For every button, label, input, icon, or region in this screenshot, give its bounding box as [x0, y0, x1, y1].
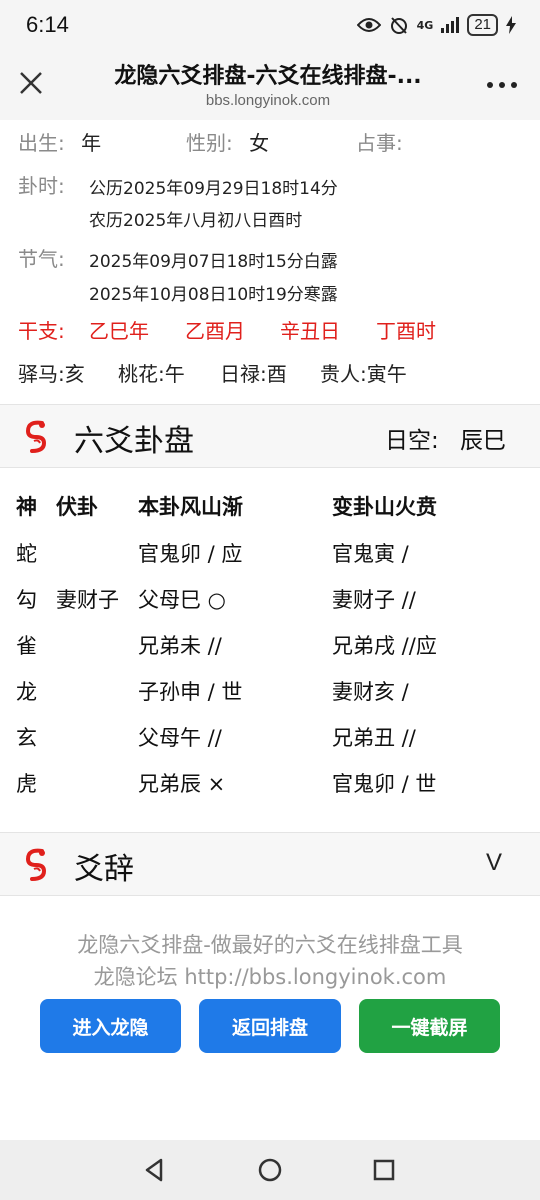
- enter-longyin-button[interactable]: 进入龙隐: [40, 999, 181, 1053]
- battery-level: 21: [467, 14, 498, 36]
- status-icons: 4G 21: [356, 14, 516, 36]
- row-2-ben: 父母巳 ○: [138, 588, 226, 612]
- gua-time-solar: 公历2025年09月29日18时14分: [89, 179, 338, 199]
- row-6-ben: 兄弟辰 ×: [138, 772, 226, 796]
- network-type: 4G: [416, 18, 434, 32]
- row-6-bian: 官鬼卯 / 世: [332, 772, 437, 796]
- header-fu: 伏卦: [56, 495, 98, 519]
- footer-forum-link[interactable]: 龙隐论坛 http://bbs.longyinok.com: [0, 961, 540, 991]
- signal-icon: [441, 17, 460, 33]
- expand-toggle[interactable]: V: [486, 849, 502, 877]
- page-url: bbs.longyinok.com: [205, 92, 331, 109]
- ganzhi-month: 乙酉月: [185, 319, 245, 343]
- row-4-bian: 妻财亥 /: [332, 680, 409, 704]
- ganzhi-year: 乙巳年: [89, 319, 149, 343]
- row-2-fu: 妻财子: [56, 588, 119, 612]
- row-5-shen: 玄: [16, 726, 37, 750]
- gender-row: 性别: 女: [186, 127, 269, 156]
- eye-icon: [356, 18, 381, 32]
- yaoci-section-header[interactable]: 爻辞 V: [0, 832, 540, 896]
- system-nav-bar: [0, 1140, 540, 1200]
- close-button[interactable]: [14, 66, 48, 100]
- row-5-bian: 兄弟丑 //: [332, 726, 416, 750]
- jieqi-1: 2025年09月07日18时15分白露: [89, 252, 338, 272]
- jieqi-label: 节气:: [18, 247, 65, 271]
- more-dots-icon: [487, 82, 517, 88]
- header-ben: 本卦风山渐: [138, 495, 243, 519]
- header-shen: 神: [16, 495, 37, 519]
- row-1-bian: 官鬼寅 /: [332, 542, 409, 566]
- birth-row: 出生: 年: [18, 127, 101, 156]
- status-bar: 6:14 4G 21: [0, 0, 540, 50]
- more-menu-button[interactable]: [484, 70, 520, 100]
- yaoci-section-title: 爻辞: [74, 852, 134, 887]
- shensha-taohua: 桃花:午: [118, 362, 185, 386]
- row-6-shen: 虎: [16, 772, 37, 796]
- ganzhi-label: 干支:: [18, 319, 65, 343]
- browser-title-bar: 龙隐六爻排盘-六爻在线排盘-... bbs.longyinok.com: [0, 50, 540, 120]
- recents-nav-icon[interactable]: [372, 1158, 396, 1182]
- row-4-ben: 子孙申 / 世: [138, 680, 243, 704]
- home-nav-icon[interactable]: [257, 1157, 283, 1183]
- row-3-shen: 雀: [16, 634, 37, 658]
- gender-value: 女: [249, 131, 270, 155]
- birth-value: 年: [81, 131, 102, 155]
- row-1-shen: 蛇: [16, 542, 37, 566]
- pan-section-title: 六爻卦盘: [74, 424, 194, 459]
- shensha-yima: 驿马:亥: [18, 362, 85, 386]
- rikong-label: 日空:: [384, 428, 439, 454]
- row-2-shen: 勾: [16, 588, 37, 612]
- status-time: 6:14: [26, 12, 69, 37]
- alarm-off-icon: [390, 17, 407, 34]
- back-nav-icon[interactable]: [141, 1157, 167, 1183]
- birth-label: 出生:: [18, 131, 65, 155]
- shensha-rilu: 日禄:酉: [220, 362, 287, 386]
- pan-section-header: 六爻卦盘 日空: 辰巳: [0, 404, 540, 468]
- rikong-value: 辰巳: [460, 428, 506, 454]
- row-3-bian: 兄弟戌 //应: [332, 634, 437, 658]
- rikong: 日空: 辰巳: [385, 421, 506, 455]
- screenshot-button[interactable]: 一键截屏: [359, 999, 500, 1053]
- row-1-ben: 官鬼卯 / 应: [138, 542, 243, 566]
- ganzhi-hour: 丁酉时: [376, 319, 436, 343]
- gua-time-lunar: 农历2025年八月初八日酉时: [89, 211, 303, 231]
- jieqi-2: 2025年10月08日10时19分寒露: [89, 285, 338, 305]
- row-3-ben: 兄弟未 //: [138, 634, 222, 658]
- shensha-guiren: 贵人:寅午: [320, 362, 407, 386]
- gua-time-label: 卦时:: [18, 174, 65, 198]
- matter-label: 占事:: [356, 131, 403, 155]
- footer-slogan: 龙隐六爻排盘-做最好的六爻在线排盘工具: [77, 933, 463, 957]
- row-5-ben: 父母午 //: [138, 726, 222, 750]
- dragon-logo-icon: [25, 420, 47, 453]
- ganzhi-day: 辛丑日: [280, 319, 340, 343]
- gender-label: 性别:: [186, 131, 233, 155]
- back-to-pan-button[interactable]: 返回排盘: [199, 999, 341, 1053]
- charging-icon: [506, 16, 516, 34]
- page-title: 龙隐六爻排盘-六爻在线排盘-...: [114, 64, 422, 89]
- close-icon: [20, 72, 42, 94]
- matter-row: 占事:: [356, 127, 403, 156]
- dragon-logo-icon: [25, 848, 47, 881]
- row-2-bian: 妻财子 //: [332, 588, 416, 612]
- header-bian: 变卦山火贲: [332, 495, 437, 519]
- row-4-shen: 龙: [16, 680, 37, 704]
